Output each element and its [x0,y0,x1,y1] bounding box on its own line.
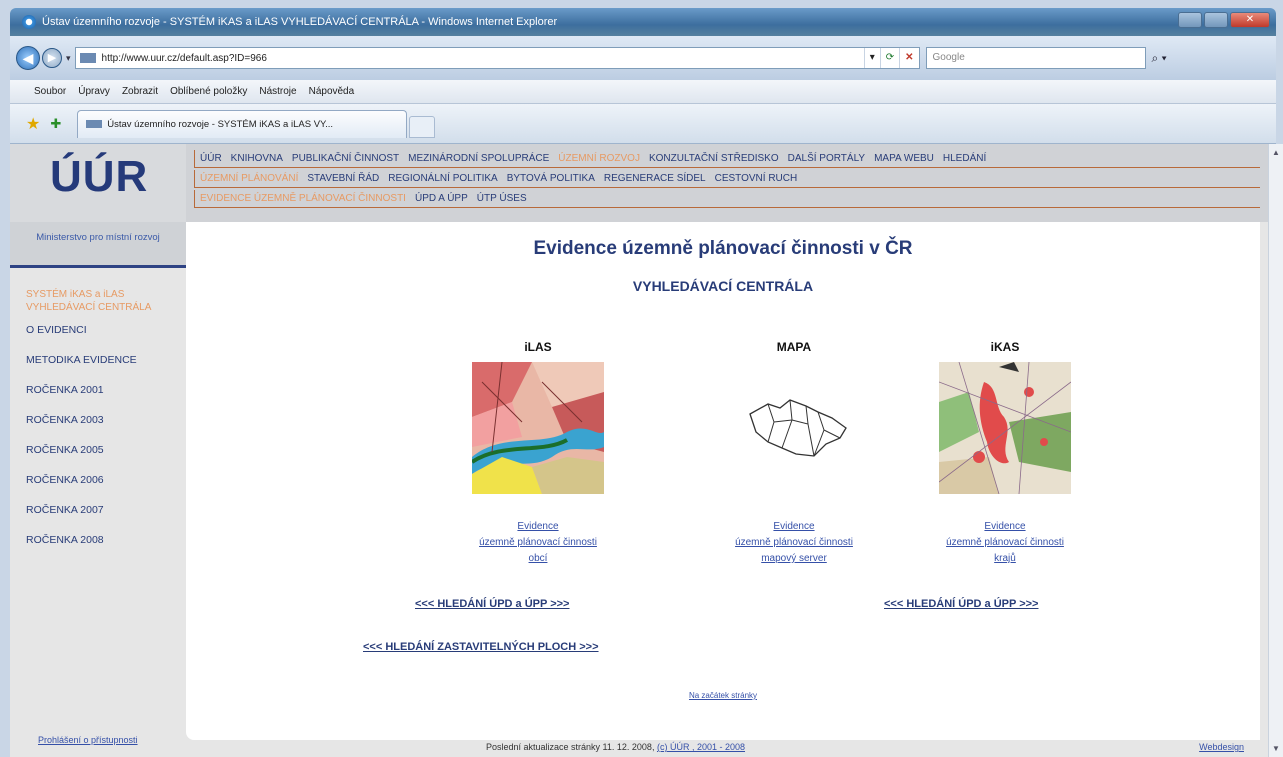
page-title: Evidence územně plánovací činnosti v ČR [533,238,913,259]
window-titlebar: Ústav územního rozvoje - SYSTÉM iKAS a i… [10,8,1276,36]
nav-item-uzemni-rozvoj[interactable]: ÚZEMNÍ ROZVOJ [558,153,640,164]
menu-upravy[interactable]: Úpravy [78,86,110,97]
content-panel: Evidence územně plánovací činnosti v ČR … [186,222,1260,740]
add-favorite-icon[interactable]: ✚ [50,116,61,132]
nav-item-mezinarodni-spoluprace[interactable]: MEZINÁRODNÍ SPOLUPRÁCE [408,153,549,164]
link-mapovy-server[interactable]: Evidence územně plánovací činnosti mapov… [704,519,884,567]
menu-soubor[interactable]: Soubor [34,86,66,97]
nav-item-hledani[interactable]: HLEDÁNÍ [943,153,986,164]
tab-label: Ústav územního rozvoje - SYSTÉM iKAS a i… [107,118,334,130]
nav-item-knihovna[interactable]: KNIHOVNA [231,153,283,164]
menu-napoveda[interactable]: Nápověda [309,86,355,97]
link-evidence-kraju[interactable]: Evidence územně plánovací činnosti krajů [915,519,1095,567]
favorites-bar: ★ ✚ Ústav územního rozvoje - SYSTÉM iKAS… [10,104,1276,144]
site-logo[interactable]: ÚÚR [50,152,148,202]
back-button[interactable]: ◀ [16,46,40,70]
page-footer: Poslední aktualizace stránky 11. 12. 200… [186,741,1268,757]
scroll-up-icon[interactable]: ▲ [1272,148,1280,157]
page-subtitle: VYHLEDÁVACÍ CENTRÁLA [632,278,814,294]
column-ikas: iKAS Evidence územně plánovací činnosti … [915,340,1095,567]
scroll-down-icon[interactable]: ▼ [1272,744,1280,753]
forward-button[interactable]: ▶ [42,48,62,68]
ilas-map-thumbnail[interactable] [470,361,604,494]
url-text[interactable]: http://www.uur.cz/default.asp?ID=966 [102,53,267,64]
search-icon[interactable]: ⌕ ▾ [1152,51,1167,66]
nav-item-mapa-webu[interactable]: MAPA WEBU [874,153,934,164]
nav-item-bytova-politika[interactable]: BYTOVÁ POLITIKA [507,173,595,184]
new-tab-button[interactable] [409,115,436,138]
maximize-button[interactable] [1204,12,1228,28]
window-title: Ústav územního rozvoje - SYSTÉM iKAS a i… [42,16,558,28]
sidebar-item-rocenka-2008[interactable]: ROČENKA 2008 [26,534,186,550]
column-title-ilas: iLAS [524,340,552,354]
vertical-scrollbar[interactable]: ▲ ▼ [1268,144,1283,757]
czech-map-thumbnail[interactable] [728,362,860,494]
browser-tab[interactable]: Ústav územního rozvoje - SYSTÉM iKAS a i… [77,109,408,138]
column-ilas: iLAS Evidence územně plánovací činnosti [448,340,628,567]
history-dropdown-icon[interactable]: ▾ [66,53,71,64]
nav-item-publikacni-cinnost[interactable]: PUBLIKAČNÍ ČINNOST [292,153,399,164]
nav-item-dalsi-portaly[interactable]: DALŠÍ PORTÁLY [788,153,865,164]
last-updated-text: Poslední aktualizace stránky 11. 12. 200… [486,742,655,752]
menu-zobrazit[interactable]: Zobrazit [122,86,158,97]
nav-item-regionalni-politika[interactable]: REGIONÁLNÍ POLITIKA [388,173,497,184]
nav-row-tertiary: EVIDENCE ÚZEMNĚ PLÁNOVACÍ ČINNOSTI ÚPD A … [194,190,1260,208]
search-input[interactable]: Google [925,47,1146,69]
nav-item-konzultacni-stredisko[interactable]: KONZULTAČNÍ STŘEDISKO [649,153,779,164]
main-content: Evidence územně plánovací činnosti v ČR … [186,222,1268,757]
back-to-top-link[interactable]: Na začátek stránky [186,691,1260,700]
url-field[interactable]: http://www.uur.cz/default.asp?ID=966 ▾ ⟳… [74,47,920,69]
refresh-icon[interactable]: ⟳ [879,48,899,68]
webdesign-link[interactable]: Webdesign [1199,742,1244,752]
window-controls: ✕ [1178,12,1270,28]
column-title-ikas: iKAS [990,340,1020,354]
nav-item-uzemni-planovani[interactable]: ÚZEMNÍ PLÁNOVÁNÍ [200,173,298,184]
address-bar: ◀ ▶ ▾ http://www.uur.cz/default.asp?ID=9… [10,36,1276,80]
ministry-banner[interactable]: Ministerstvo pro místní rozvoj [10,222,186,268]
sidebar-item-active[interactable]: SYSTÉM iKAS a iLAS VYHLEDÁVACÍ CENTRÁLA [26,288,166,314]
tab-page-icon [86,120,103,128]
top-navigation: ÚÚR KNIHOVNA PUBLIKAČNÍ ČINNOST MEZINÁRODNÍ… [186,144,1268,222]
minimize-button[interactable] [1178,12,1202,28]
search-upd-link-right[interactable]: <<< HLEDÁNÍ ÚPD a ÚPP >>> [884,598,1038,610]
sidebar-item-o-evidenci[interactable]: O EVIDENCI [26,324,186,340]
link-evidence-obci[interactable]: Evidence územně plánovací činnosti obcí [448,519,628,567]
nav-item-stavebni-rad[interactable]: STAVEBNÍ ŘÁD [307,173,379,184]
nav-item-upd-a-upp[interactable]: ÚPD A ÚPP [415,193,468,204]
favorites-star-icon[interactable]: ★ [26,114,40,134]
close-button[interactable]: ✕ [1230,12,1270,28]
nav-item-uur[interactable]: ÚÚR [200,153,222,164]
ikas-map-thumbnail[interactable] [938,361,1072,495]
sidebar: Ministerstvo pro místní rozvoj SYSTÉM iK… [10,222,186,757]
logo-cell: ÚÚR [10,144,186,222]
nav-item-utp-uses[interactable]: ÚTP ÚSES [477,193,527,204]
footer-center: Poslední aktualizace stránky 11. 12. 200… [486,742,745,752]
menu-nastroje[interactable]: Nástroje [259,86,296,97]
nav-row-primary: ÚÚR KNIHOVNA PUBLIKAČNÍ ČINNOST MEZINÁRODNÍ… [194,150,1260,168]
page-viewport: ÚÚR ÚÚR KNIHOVNA PUBLIKAČNÍ ČINNOST MEZINÁR… [10,144,1268,757]
accessibility-link[interactable]: Prohlášení o přístupnosti [38,735,138,745]
column-title-mapa: MAPA [776,340,812,354]
sidebar-item-rocenka-2003[interactable]: ROČENKA 2003 [26,414,186,430]
menu-oblibene[interactable]: Oblíbené položky [170,86,247,97]
nav-item-cestovni-ruch[interactable]: CESTOVNÍ RUCH [715,173,798,184]
nav-row-secondary: ÚZEMNÍ PLÁNOVÁNÍ STAVEBNÍ ŘÁD REGIONÁLNÍ P… [194,170,1260,188]
sidebar-item-metodika[interactable]: METODIKA EVIDENCE [26,354,186,370]
sidebar-item-rocenka-2005[interactable]: ROČENKA 2005 [26,444,186,460]
search-upd-link-left[interactable]: <<< HLEDÁNÍ ÚPD a ÚPP >>> [415,598,569,610]
column-mapa: MAPA Evidence územně plánovací činnosti … [704,340,884,567]
url-dropdown-icon[interactable]: ▾ [863,48,880,68]
ie-logo-icon [22,15,36,29]
sidebar-item-rocenka-2007[interactable]: ROČENKA 2007 [26,504,186,520]
nav-item-evidence-uzemne-planovaci-cinnosti[interactable]: EVIDENCE ÚZEMNĚ PLÁNOVACÍ ČINNOSTI [200,193,406,204]
stop-icon[interactable]: ✕ [899,48,918,68]
nav-item-regenerace-sidel[interactable]: REGENERACE SÍDEL [604,173,706,184]
copyright-link[interactable]: (c) ÚÚR , 2001 - 2008 [657,742,745,752]
sidebar-item-rocenka-2006[interactable]: ROČENKA 2006 [26,474,186,490]
sidebar-item-rocenka-2001[interactable]: ROČENKA 2001 [26,384,186,400]
page-icon [79,53,96,63]
search-zastavitelne-link[interactable]: <<< HLEDÁNÍ ZASTAVITELNÝCH PLOCH >>> [363,641,599,653]
menu-bar: Soubor Úpravy Zobrazit Oblíbené položky … [10,80,1276,104]
